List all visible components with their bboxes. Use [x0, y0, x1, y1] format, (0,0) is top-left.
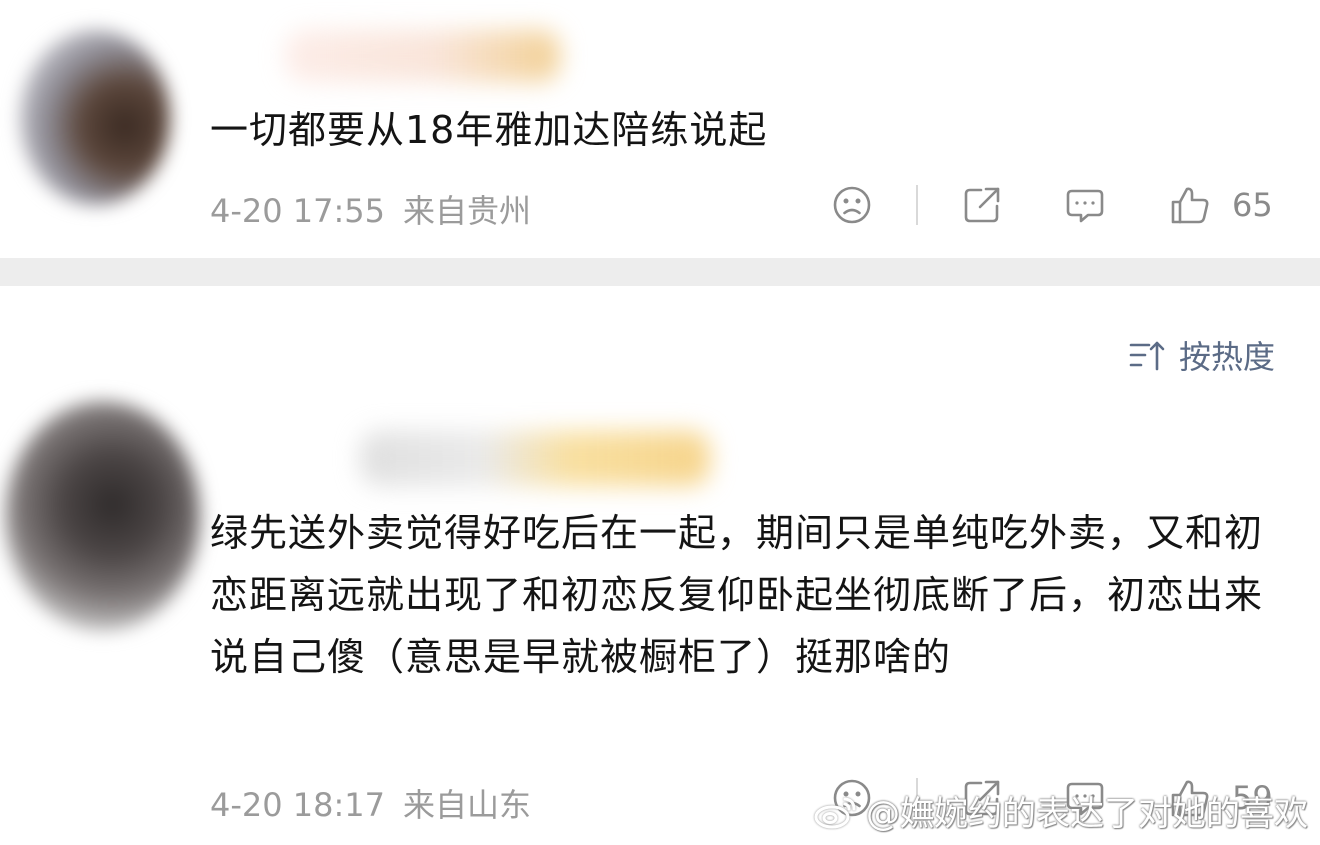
sort-label: 按热度	[1178, 338, 1275, 376]
comment-text: 绿先送外卖觉得好吃后在一起，期间只是单纯吃外卖，又和初恋距离远就出现了和初恋反复…	[210, 511, 1264, 679]
weibo-watermark: @嫵婉约的表达了对她的喜欢	[812, 786, 1308, 835]
watermark-text: @嫵婉约的表达了对她的喜欢	[866, 794, 1308, 834]
reply-button[interactable]	[1063, 183, 1107, 227]
section-divider	[0, 258, 1320, 286]
sad-face-icon	[833, 186, 871, 224]
comment-meta: 4-20 17:55 来自贵州	[210, 186, 531, 232]
comment-timestamp: 4-20 18:17	[210, 786, 386, 824]
comment-meta: 4-20 18:17 来自山东	[210, 780, 531, 826]
like-button[interactable]	[1168, 183, 1212, 227]
weibo-logo-icon	[814, 797, 856, 828]
sort-by-hot-button[interactable]: 按热度	[1127, 332, 1275, 378]
comment-page: 一切都要从18年雅加达陪练说起 4-20 17:55 来自贵州 65 按热度 绿…	[0, 0, 1320, 845]
comment-location: 来自贵州	[403, 192, 532, 230]
comment-location: 来自山东	[403, 786, 532, 824]
sort-icon	[1129, 341, 1165, 371]
comment-item: 一切都要从18年雅加达陪练说起 4-20 17:55 来自贵州 65	[0, 0, 1320, 258]
thumbs-up-icon	[1171, 187, 1209, 224]
username-blurred[interactable]	[285, 30, 560, 82]
like-count: 65	[1232, 186, 1273, 224]
share-button[interactable]	[960, 183, 1004, 227]
comment-timestamp: 4-20 17:55	[210, 192, 386, 230]
avatar[interactable]	[5, 401, 200, 631]
action-divider	[916, 185, 918, 225]
comment-bubble-icon	[1066, 189, 1104, 223]
avatar[interactable]	[20, 30, 170, 205]
share-icon	[964, 187, 1000, 223]
comment-text: 一切都要从18年雅加达陪练说起	[210, 108, 768, 152]
comment-item: 按热度 绿先送外卖觉得好吃后在一起，期间只是单纯吃外卖，又和初恋距离远就出现了和…	[0, 286, 1320, 845]
dislike-button[interactable]	[830, 183, 874, 227]
username-blurred[interactable]	[360, 431, 710, 486]
